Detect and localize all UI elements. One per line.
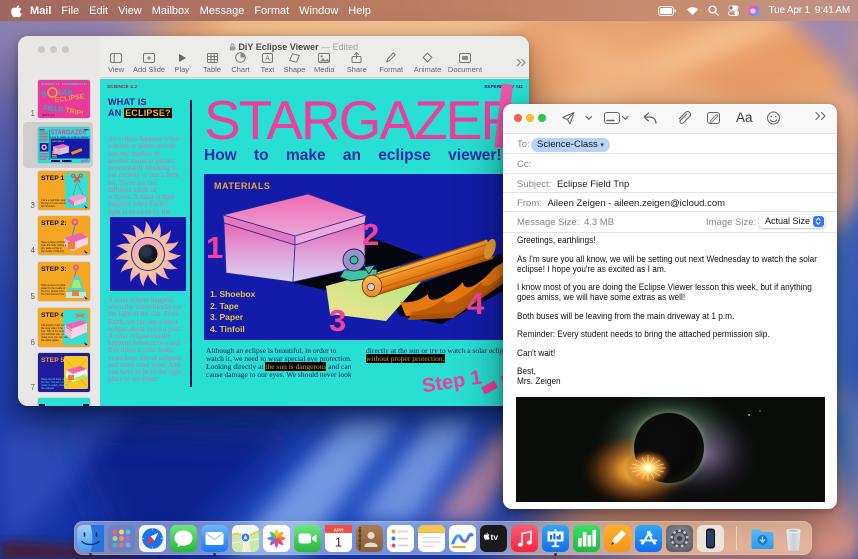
svg-text:STEP 3:: STEP 3: (41, 266, 67, 273)
svg-text:TRIP!: TRIP! (65, 107, 84, 118)
svg-text:SCIENCE 4.2: SCIENCE 4.2 (41, 82, 60, 86)
svg-text:tv: tv (491, 532, 499, 542)
svg-text:STEP 4:: STEP 4: (41, 312, 67, 319)
svg-text:How to make an eclipse viewer!: How to make an eclipse viewer! (51, 135, 90, 139)
svg-text:DiD YOU KnOW: DiD YOU KnOW (42, 406, 90, 407)
svg-text:S: S (40, 89, 48, 99)
svg-text:EXPERIMENT #11: EXPERIMENT #11 (62, 82, 88, 86)
svg-text:the shoebox.: the shoebox. (41, 204, 56, 208)
svg-text:A: A (265, 56, 270, 63)
svg-text:Step 1: Step 1 (80, 158, 90, 163)
svg-text:3: 3 (329, 303, 346, 338)
svg-text:1: 1 (206, 230, 223, 265)
svg-text:4: 4 (467, 286, 485, 321)
svg-text:Wed 1 p.m.: Wed 1 p.m. (42, 113, 55, 117)
svg-text:the eclipse!: the eclipse! (41, 386, 54, 390)
svg-text:the white paper.: the white paper. (41, 338, 60, 342)
svg-text:FIELD: FIELD (43, 105, 64, 114)
svg-text:APR: APR (333, 527, 344, 533)
svg-text:Aa: Aa (736, 110, 753, 125)
svg-text:the center of the foil.: the center of the foil. (41, 249, 65, 253)
svg-text:STEP 2:: STEP 2: (41, 220, 67, 227)
svg-text:MATERIALS: MATERIALS (52, 140, 65, 143)
svg-text:2: 2 (362, 217, 379, 252)
svg-text:STEP 5:: STEP 5: (41, 357, 67, 364)
svg-text:STEP 1:: STEP 1: (41, 175, 67, 182)
svg-text:the foil-covered hole.: the foil-covered hole. (41, 292, 65, 296)
svg-text:1: 1 (335, 534, 342, 549)
